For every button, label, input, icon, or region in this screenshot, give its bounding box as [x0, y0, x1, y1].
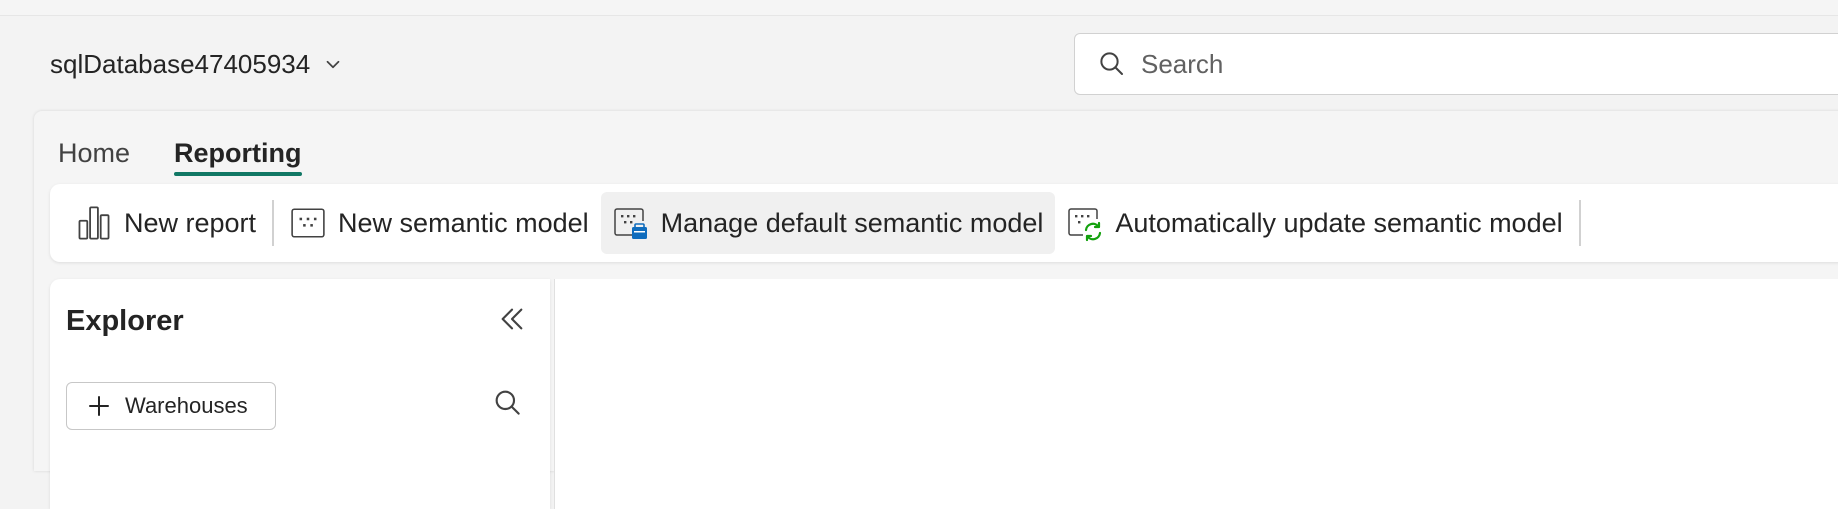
tab-home[interactable]: Home — [58, 124, 130, 176]
add-warehouses-label: Warehouses — [125, 393, 248, 418]
bar-chart-icon — [78, 206, 110, 240]
new-semantic-model-button[interactable]: New semantic model — [278, 192, 601, 254]
semantic-model-icon — [291, 208, 325, 238]
new-report-button[interactable]: New report — [64, 192, 268, 254]
auto-update-semantic-model-button[interactable]: Automatically update semantic model — [1055, 192, 1574, 254]
tab-reporting[interactable]: Reporting — [174, 124, 302, 176]
top-strip — [0, 0, 1838, 16]
ribbon-divider — [272, 200, 275, 246]
chevron-down-icon — [326, 60, 340, 69]
new-report-label: New report — [124, 207, 257, 238]
auto-update-semantic-model-icon — [1068, 208, 1102, 242]
search-box[interactable] — [1074, 33, 1838, 95]
explorer-title: Explorer — [66, 305, 184, 337]
database-selector[interactable]: sqlDatabase47405934 — [50, 46, 344, 82]
search-icon[interactable] — [492, 387, 524, 419]
add-warehouses-button[interactable]: Warehouses — [66, 382, 276, 430]
ribbon-divider — [1578, 200, 1581, 246]
search-icon — [1100, 52, 1123, 75]
double-chevron-left-icon[interactable] — [496, 303, 528, 335]
plus-icon — [89, 396, 109, 416]
explorer-panel: Explorer Warehouses — [50, 279, 550, 509]
new-semantic-model-label: New semantic model — [338, 207, 589, 238]
main-canvas — [554, 279, 1838, 509]
auto-update-semantic-model-label: Automatically update semantic model — [1115, 207, 1563, 238]
ribbon-toolbar: New report New semantic model Manage def… — [50, 184, 1838, 262]
search-input[interactable] — [1141, 48, 1741, 80]
manage-default-semantic-model-button[interactable]: Manage default semantic model — [600, 192, 1056, 254]
ribbon-tabs: Home Reporting — [58, 124, 302, 176]
manage-semantic-model-icon — [613, 208, 647, 239]
database-name: sqlDatabase47405934 — [50, 48, 311, 79]
workspace-panel: Home Reporting New report New semantic m… — [34, 111, 1838, 509]
manage-default-semantic-model-label: Manage default semantic model — [660, 207, 1044, 238]
